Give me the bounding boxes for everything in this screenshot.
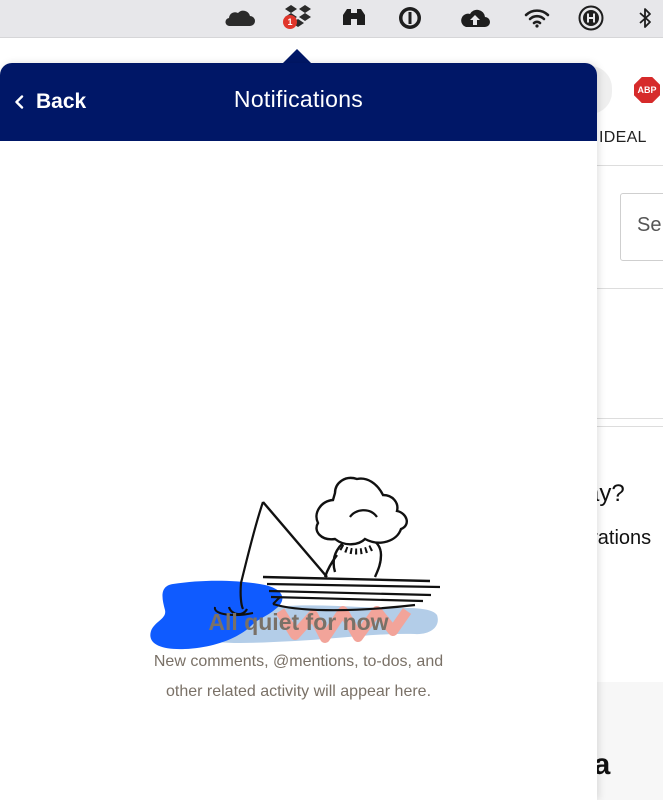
panel-header: Back Notifications (0, 63, 597, 141)
h-circle-icon[interactable] (577, 5, 605, 31)
background-select-box[interactable]: Se (620, 193, 663, 261)
adblock-icon[interactable]: ABP (634, 77, 660, 103)
panel-title: Notifications (233, 86, 364, 112)
background-divider (597, 288, 663, 289)
background-divider (597, 426, 663, 427)
dropbox-badge: 1 (283, 15, 297, 29)
empty-state-line-1: New comments, @mentions, to-dos, and (153, 653, 444, 670)
background-footer: ea (577, 682, 663, 800)
1password-icon[interactable] (397, 6, 423, 30)
wifi-icon[interactable] (523, 6, 551, 30)
bluetooth-icon[interactable] (636, 6, 654, 30)
binoculars-icon[interactable] (340, 6, 368, 30)
notifications-panel: Back Notifications All quiet for now New… (0, 63, 597, 800)
empty-state-title: All quiet for now (208, 609, 389, 635)
empty-state-line-2: other related activity will appear here. (165, 683, 432, 700)
background-divider (597, 165, 663, 166)
background-nav-item[interactable]: IDEAL (599, 129, 647, 147)
background-select-text: Se (637, 214, 662, 236)
background-divider (597, 418, 663, 419)
onedrive-icon[interactable] (222, 6, 256, 30)
popover-caret (282, 49, 312, 64)
upload-cloud-icon[interactable] (458, 6, 492, 30)
empty-state-description: New comments, @mentions, to-dos, and oth… (0, 647, 597, 707)
menu-bar: 1 (0, 0, 663, 38)
